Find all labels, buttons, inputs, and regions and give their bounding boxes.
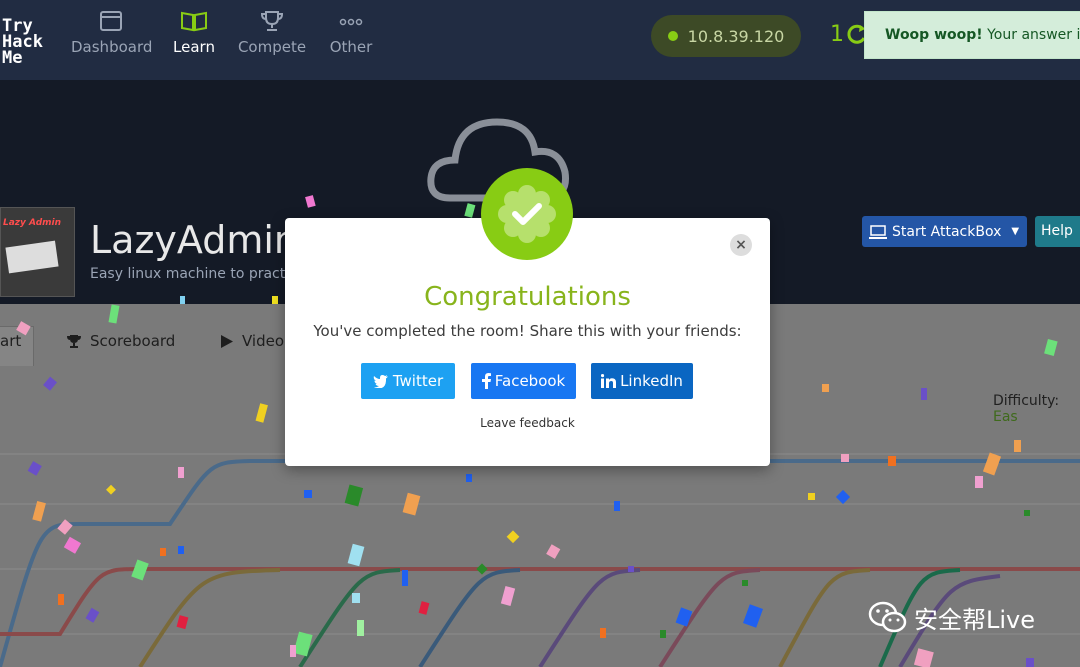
facebook-icon bbox=[481, 373, 491, 389]
modal-message: You've completed the room! Share this wi… bbox=[313, 322, 742, 340]
share-linkedin-button[interactable]: LinkedIn bbox=[591, 363, 693, 399]
congratulations-modal: × Congratulations You've completed the r… bbox=[285, 168, 770, 466]
linkedin-icon bbox=[601, 374, 617, 388]
wechat-icon bbox=[868, 601, 907, 632]
check-badge-icon bbox=[498, 185, 556, 243]
linkedin-label: LinkedIn bbox=[620, 372, 683, 390]
share-facebook-button[interactable]: Facebook bbox=[471, 363, 576, 399]
facebook-label: Facebook bbox=[494, 372, 566, 390]
watermark: 安全帮Live bbox=[868, 600, 1035, 635]
share-twitter-button[interactable]: Twitter bbox=[361, 363, 455, 399]
twitter-label: Twitter bbox=[392, 372, 444, 390]
modal-title: Congratulations bbox=[424, 282, 631, 312]
leave-feedback-link[interactable]: Leave feedback bbox=[285, 416, 770, 430]
watermark-text: 安全帮Live bbox=[914, 606, 1036, 634]
success-badge bbox=[481, 168, 573, 260]
twitter-icon bbox=[373, 375, 388, 388]
close-icon[interactable]: × bbox=[730, 234, 752, 256]
